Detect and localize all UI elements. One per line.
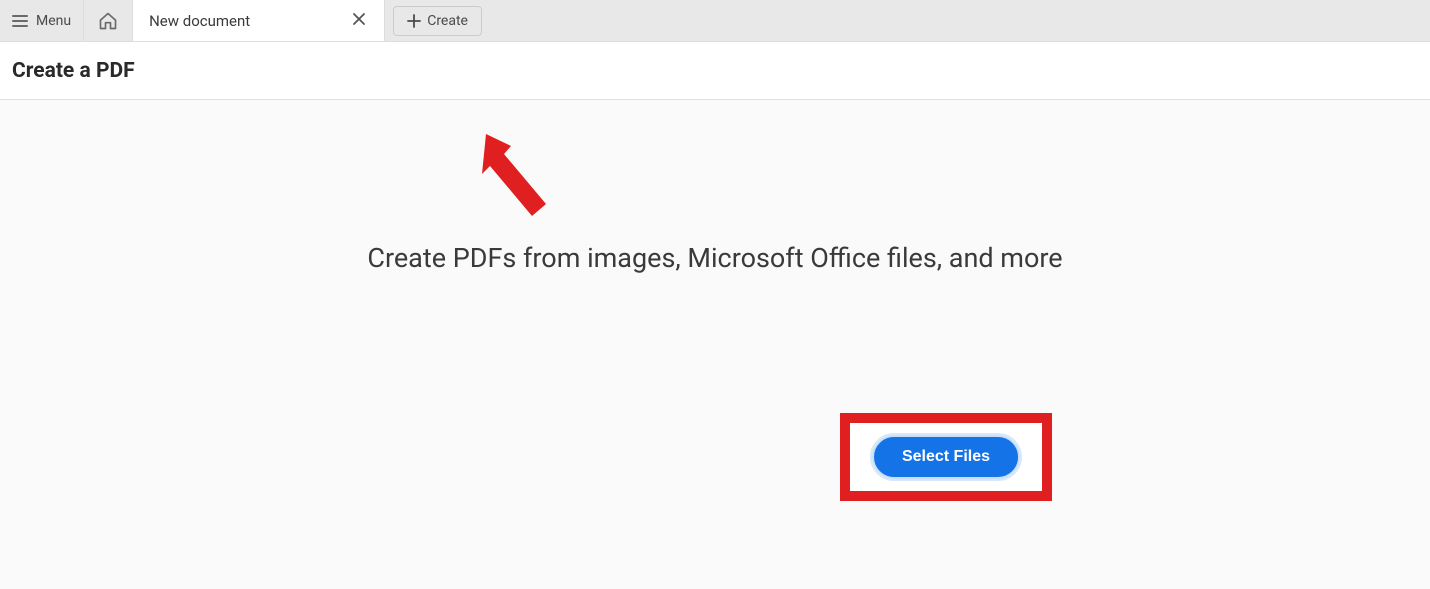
hamburger-icon: [12, 15, 28, 27]
home-icon: [98, 11, 118, 31]
tab-label: New document: [149, 12, 250, 30]
menu-button[interactable]: Menu: [0, 0, 84, 41]
hero-text: Create PDFs from images, Microsoft Offic…: [0, 242, 1430, 274]
top-bar: Menu New document Create: [0, 0, 1430, 42]
tab-new-document[interactable]: New document: [133, 0, 385, 41]
create-button[interactable]: Create: [393, 6, 482, 36]
select-files-button[interactable]: Select Files: [872, 435, 1020, 479]
content-area: Create PDFs from images, Microsoft Offic…: [0, 100, 1430, 589]
sub-header: Create a PDF: [0, 42, 1430, 100]
close-icon[interactable]: [350, 8, 368, 33]
menu-label: Menu: [36, 13, 71, 29]
annotation-arrow: [476, 134, 566, 234]
home-button[interactable]: [84, 0, 133, 41]
select-files-highlight: Select Files: [840, 413, 1052, 501]
create-label: Create: [427, 13, 468, 29]
page-title: Create a PDF: [12, 59, 135, 83]
plus-icon: [407, 14, 421, 28]
